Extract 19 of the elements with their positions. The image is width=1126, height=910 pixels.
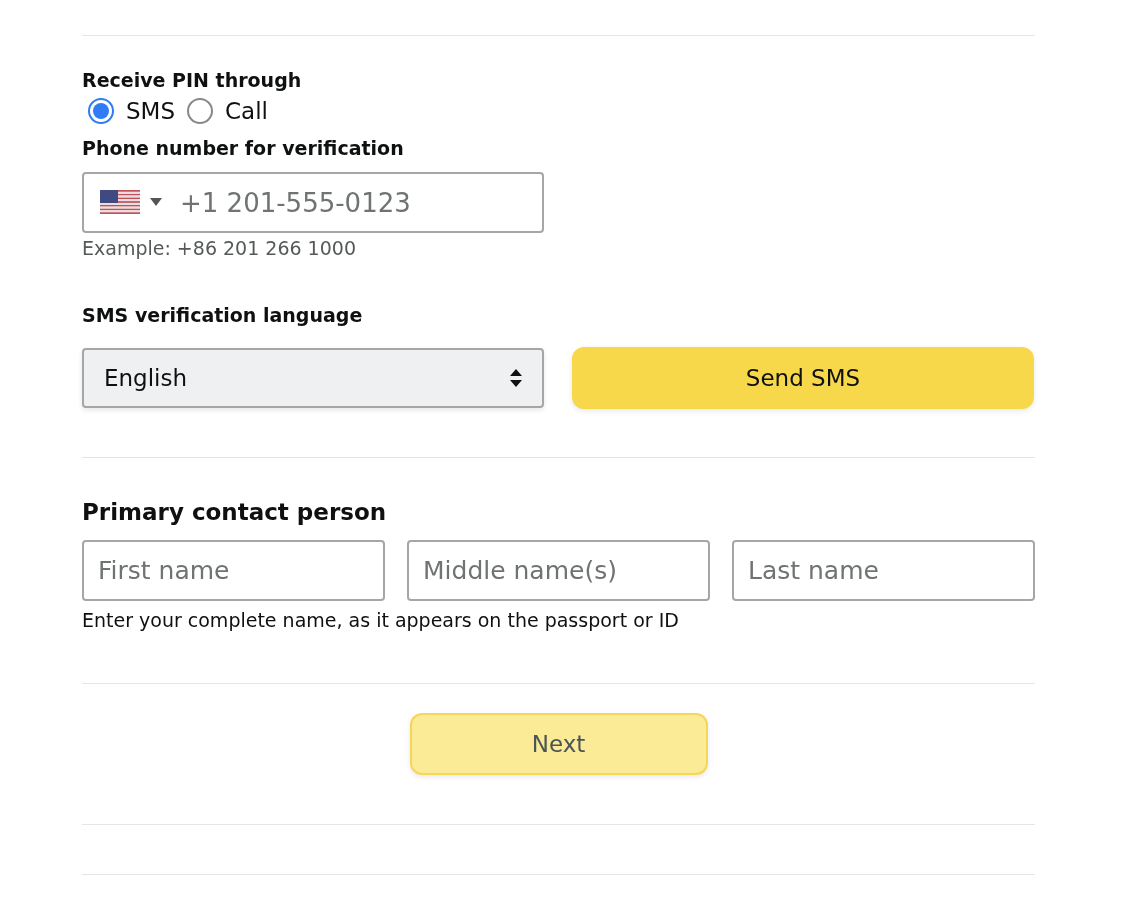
field-label: SMS verification language xyxy=(82,303,364,327)
section-title: Primary contact person xyxy=(82,498,388,526)
phone-input-field[interactable]: +1 201-555-0123 xyxy=(82,172,544,233)
field-label: Receive PIN through xyxy=(82,68,303,92)
us-flag-icon xyxy=(100,190,140,214)
helper-text: Enter your complete name, as it appears on the passport or ID xyxy=(82,609,680,631)
name-input-field[interactable]: Last name xyxy=(732,540,1035,601)
field-label: Phone number for verification xyxy=(82,136,405,160)
hint-text: Example: +86 201 266 1000 xyxy=(82,237,357,259)
caret-icon[interactable] xyxy=(150,198,162,206)
name-input-field[interactable]: First name xyxy=(82,540,385,601)
radio-option[interactable]: SMS xyxy=(88,98,176,124)
sort-arrows-icon xyxy=(510,369,522,387)
radio-option[interactable]: Call xyxy=(187,98,268,124)
radio-button[interactable] xyxy=(88,98,114,124)
name-input-field[interactable]: Middle name(s) xyxy=(407,540,710,601)
radio-button[interactable] xyxy=(187,98,214,124)
send-sms-button[interactable]: Send SMS xyxy=(572,347,1034,409)
language-select[interactable]: English xyxy=(82,348,544,408)
